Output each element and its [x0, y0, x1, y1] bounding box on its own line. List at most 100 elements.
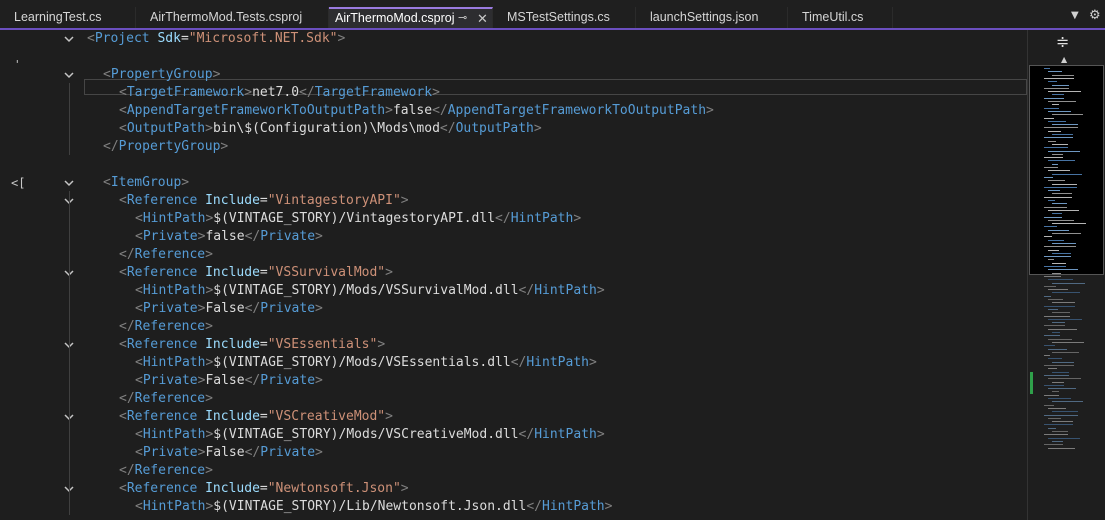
code-line[interactable]: <HintPath>$(VINTAGE_STORY)/VintagestoryA…	[0, 210, 1027, 228]
minimap-line	[1048, 259, 1054, 261]
code-text: <TargetFramework>net7.0</TargetFramework…	[119, 84, 440, 102]
tab-airthermomod-csproj[interactable]: AirThermoMod.csproj ⊸ ✕	[329, 7, 493, 28]
code-token: <	[119, 193, 127, 208]
fold-chevron-icon[interactable]	[62, 176, 76, 190]
code-line[interactable]: <Private>False</Private>	[0, 372, 1027, 390]
minimap-line	[1048, 71, 1062, 73]
code-text: </Reference>	[119, 390, 213, 408]
gear-icon[interactable]: ⚙	[1089, 8, 1101, 23]
code-token: $(VINTAGE_STORY)/Mods/VSCreativeMod.dll	[213, 427, 519, 442]
code-line[interactable]: <OutputPath>bin\$(Configuration)\Mods\mo…	[0, 120, 1027, 138]
code-line[interactable]: <Private>False</Private>	[0, 300, 1027, 318]
outline-guide	[69, 281, 70, 335]
code-line[interactable]: </Reference>	[0, 390, 1027, 408]
scroll-up-icon[interactable]: ▲	[1061, 55, 1067, 64]
minimap-line	[1048, 348, 1067, 350]
minimap-line	[1052, 262, 1066, 264]
tab-learningtest-cs[interactable]: LearningTest.cs	[0, 7, 136, 28]
code-line[interactable]: <Reference Include="VSSurvivalMod">	[0, 264, 1027, 282]
code-line[interactable]: <Reference Include="VintagestoryAPI">	[0, 192, 1027, 210]
minimap-line	[1044, 444, 1063, 446]
code-line[interactable]: <TargetFramework>net7.0</TargetFramework…	[0, 84, 1027, 102]
chevron-down-icon[interactable]: ▼	[1071, 10, 1079, 21]
code-editor[interactable]: ' <[ <Project Sdk="Microsoft.NET.Sdk"> <P…	[0, 30, 1027, 520]
tab-label: AirThermoMod.Tests.csproj	[150, 10, 303, 24]
code-token: OutputPath	[126, 121, 206, 136]
pin-icon[interactable]: ⊸	[458, 9, 467, 28]
code-token: </	[119, 247, 135, 262]
code-line[interactable]: </Reference>	[0, 462, 1027, 480]
minimap-line	[1044, 127, 1078, 129]
tab-mstestsettings-cs[interactable]: MSTestSettings.cs	[493, 7, 636, 28]
code-line[interactable]: <HintPath>$(VINTAGE_STORY)/Mods/VSEssent…	[0, 354, 1027, 372]
tab-airthermomod-tests-csproj[interactable]: AirThermoMod.Tests.csproj	[136, 7, 329, 28]
minimap-line	[1044, 424, 1073, 426]
minimap-line	[1052, 213, 1062, 215]
fold-chevron-icon[interactable]	[62, 68, 76, 82]
tab-label: TimeUtil.cs	[802, 10, 864, 24]
code-line[interactable]	[0, 48, 1027, 66]
code-token: >	[432, 85, 440, 100]
minimap-line	[1052, 193, 1072, 195]
minimap-line	[1048, 209, 1079, 211]
fold-chevron-icon[interactable]	[62, 32, 76, 46]
minimap-line	[1052, 74, 1074, 76]
code-line[interactable]: <PropertyGroup>	[0, 66, 1027, 84]
code-text: <OutputPath>bin\$(Configuration)\Mods\mo…	[119, 120, 542, 138]
split-editor-icon[interactable]: ≑	[1056, 32, 1069, 51]
minimap-line	[1044, 176, 1053, 178]
code-line[interactable]: <Private>False</Private>	[0, 444, 1027, 462]
code-token: net7.0	[252, 85, 300, 100]
code-token: "Newtonsoft.Json"	[267, 481, 401, 496]
close-icon[interactable]: ✕	[477, 9, 488, 28]
minimap-line	[1048, 101, 1076, 102]
minimap-line	[1044, 256, 1071, 258]
code-line[interactable]: </PropertyGroup>	[0, 138, 1027, 156]
code-token: HintPath	[142, 283, 206, 298]
code-line[interactable]: <Reference Include="VSEssentials">	[0, 336, 1027, 354]
code-token: >	[377, 337, 386, 352]
minimap-line	[1048, 299, 1063, 300]
minimap-line	[1052, 163, 1058, 165]
code-line[interactable]: </Reference>	[0, 318, 1027, 336]
code-line[interactable]: <ItemGroup>	[0, 174, 1027, 192]
code-line[interactable]: <Private>false</Private>	[0, 228, 1027, 246]
minimap-line	[1052, 183, 1077, 185]
code-token: false	[205, 229, 245, 244]
code-text: <Reference Include="VSCreativeMod">	[119, 408, 393, 426]
code-text: <HintPath>$(VINTAGE_STORY)/Mods/VSEssent…	[135, 354, 597, 372]
minimap-line	[1048, 447, 1075, 449]
code-line[interactable]: <HintPath>$(VINTAGE_STORY)/Mods/VSSurviv…	[0, 282, 1027, 300]
code-token: </	[119, 319, 135, 334]
minimap-line	[1044, 68, 1050, 69]
code-line[interactable]: <Reference Include="Newtonsoft.Json">	[0, 480, 1027, 498]
code-line[interactable]: <Project Sdk="Microsoft.NET.Sdk">	[0, 30, 1027, 48]
code-token: >	[400, 481, 409, 496]
code-token: TargetFramework	[314, 85, 433, 100]
code-line[interactable]: <HintPath>$(VINTAGE_STORY)/Mods/VSCreati…	[0, 426, 1027, 444]
minimap-line	[1048, 180, 1065, 182]
code-line[interactable]: <Reference Include="VSCreativeMod">	[0, 408, 1027, 426]
minimap-line	[1044, 196, 1072, 198]
code-token: $(VINTAGE_STORY)/Lib/Newtonsoft.Json.dll	[213, 499, 527, 514]
code-line[interactable]: <AppendTargetFrameworkToOutputPath>false…	[0, 102, 1027, 120]
minimap-line	[1052, 381, 1064, 383]
minimap-line	[1052, 104, 1059, 106]
code-token: >	[205, 121, 213, 136]
tab-launchsettings-json[interactable]: launchSettings.json	[636, 7, 788, 28]
minimap-scrollbar[interactable]: ≑ ▲	[1027, 30, 1105, 520]
tab-timeutil-cs[interactable]: TimeUtil.cs	[788, 7, 893, 28]
minimap-line	[1052, 302, 1075, 304]
code-line[interactable]: </Reference>	[0, 246, 1027, 264]
code-token: Project	[94, 31, 150, 46]
minimap-line	[1048, 239, 1064, 241]
code-token: HintPath	[142, 499, 206, 514]
code-text: <AppendTargetFrameworkToOutputPath>false…	[119, 102, 714, 120]
code-line[interactable]: <HintPath>$(VINTAGE_STORY)/Lib/Newtonsof…	[0, 498, 1027, 516]
code-line[interactable]	[0, 156, 1027, 174]
code-token: <	[135, 373, 143, 388]
minimap-line	[1052, 223, 1086, 225]
outline-guide	[69, 209, 70, 263]
code-token: >	[596, 427, 605, 442]
code-token: Include	[205, 409, 260, 424]
